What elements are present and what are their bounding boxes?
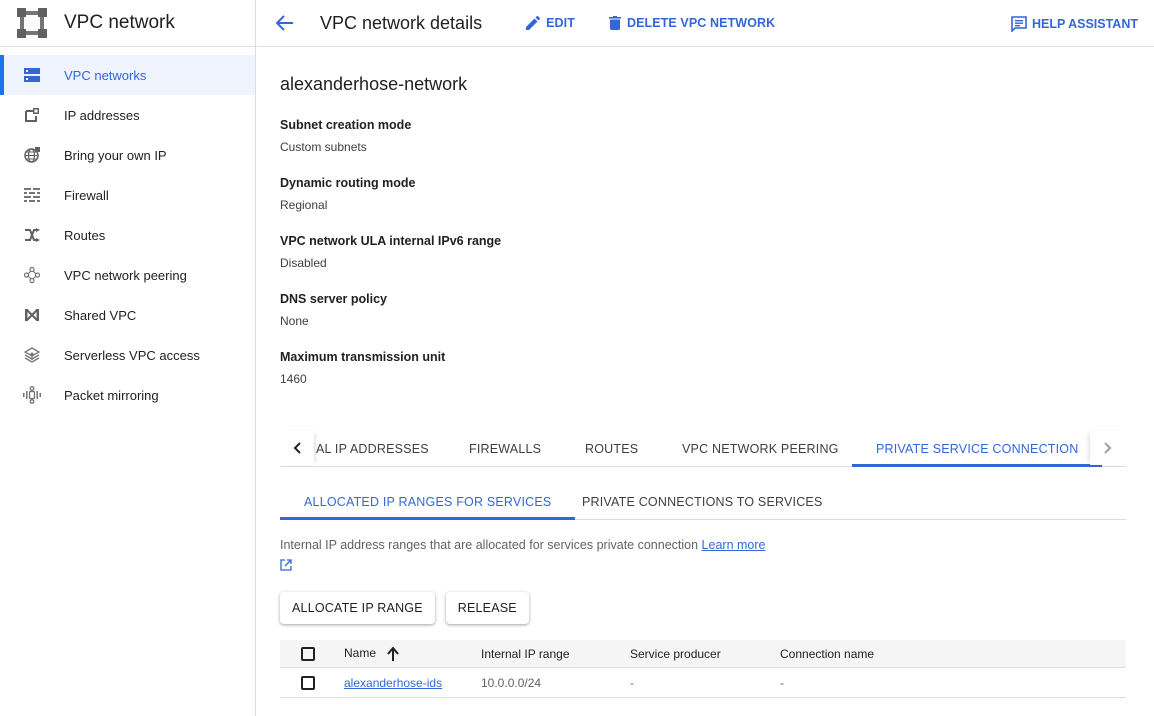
allocate-ip-range-button[interactable]: ALLOCATE IP RANGE <box>280 592 435 624</box>
chevron-left-icon <box>293 442 301 454</box>
arrow-back-icon <box>276 15 293 31</box>
peering-icon <box>23 266 41 284</box>
sidebar-item-firewall[interactable]: Firewall <box>0 175 255 215</box>
tab-firewalls[interactable]: FIREWALLS <box>469 431 541 466</box>
field-label: Dynamic routing mode <box>280 176 416 190</box>
sort-ascending-icon[interactable] <box>387 646 400 661</box>
trash-icon <box>608 16 621 30</box>
detail-tabs: AL IP ADDRESSES FIREWALLS ROUTES VPC NET… <box>280 431 1126 467</box>
vpc-product-logo-icon <box>17 8 47 38</box>
page-title: VPC network details <box>320 12 483 33</box>
detail-field: DNS server policy None <box>280 292 1126 330</box>
sidebar-item-serverless-vpc-access[interactable]: Serverless VPC access <box>0 335 255 375</box>
sidebar-item-label: Routes <box>64 227 106 243</box>
sidebar-item-label: Serverless VPC access <box>64 347 200 363</box>
field-label: Subnet creation mode <box>280 118 412 132</box>
sub-tabs: ALLOCATED IP RANGES FOR SERVICES PRIVATE… <box>280 484 1126 520</box>
learn-more-link[interactable]: Learn more <box>702 538 766 552</box>
network-name: alexanderhose-network <box>280 74 468 94</box>
vpc-networks-icon <box>23 66 41 84</box>
cell-ip-range: 10.0.0.0/24 <box>481 675 542 690</box>
external-link-icon[interactable] <box>280 559 292 571</box>
release-button[interactable]: RELEASE <box>445 592 529 624</box>
section-description: Internal IP address ranges that are allo… <box>280 538 765 552</box>
tab-external-ip-addresses[interactable]: AL IP ADDRESSES <box>316 431 429 466</box>
product-title: VPC network <box>64 12 175 33</box>
table-row: alexanderhose-ids 10.0.0.0/24 - - <box>280 668 1126 698</box>
detail-field: Maximum transmission unit 1460 <box>280 350 1126 388</box>
delete-label: DELETE VPC NETWORK <box>626 16 776 30</box>
sidebar-item-label: VPC networks <box>64 67 147 83</box>
tab-vpc-network-peering[interactable]: VPC NETWORK PEERING <box>682 431 839 466</box>
edit-button[interactable]: EDIT <box>526 16 575 30</box>
cell-service-producer: - <box>630 675 634 690</box>
sidebar-item-shared-vpc[interactable]: Shared VPC <box>0 295 255 335</box>
detail-field: VPC network ULA internal IPv6 range Disa… <box>280 234 1126 272</box>
column-header-name[interactable]: Name <box>344 646 400 661</box>
field-label: Maximum transmission unit <box>280 350 446 364</box>
sidebar-item-vpc-network-peering[interactable]: VPC network peering <box>0 255 255 295</box>
column-header-internal-ip-range[interactable]: Internal IP range <box>481 647 570 661</box>
sidebar-item-label: Bring your own IP <box>64 147 167 163</box>
sidebar-item-routes[interactable]: Routes <box>0 215 255 255</box>
field-label: VPC network ULA internal IPv6 range <box>280 234 502 248</box>
row-checkbox[interactable] <box>301 675 315 690</box>
detail-field: Dynamic routing mode Regional <box>280 176 1126 214</box>
help-assistant-button[interactable]: HELP ASSISTANT <box>1011 0 1138 47</box>
sidebar-item-packet-mirroring[interactable]: Packet mirroring <box>0 375 255 415</box>
description-text: Internal IP address ranges that are allo… <box>280 538 702 552</box>
ip-addresses-icon <box>23 106 41 124</box>
subtab-private-connections[interactable]: PRIVATE CONNECTIONS TO SERVICES <box>582 484 823 519</box>
back-button[interactable] <box>273 11 297 35</box>
tabs-scroll-left-button[interactable] <box>280 431 314 465</box>
select-all-checkbox[interactable] <box>301 646 315 661</box>
field-value: Custom subnets <box>280 140 367 154</box>
table-header: Name Internal IP range Service producer … <box>280 640 1126 668</box>
packet-mirroring-icon <box>23 386 41 404</box>
main-content: alexanderhose-network Subnet creation mo… <box>280 47 1126 698</box>
sidebar-item-vpc-networks[interactable]: VPC networks <box>0 55 255 95</box>
sidebar: VPC network VPC networks IP addresses Br… <box>0 0 256 716</box>
globe-icon <box>23 146 41 164</box>
sidebar-item-label: Firewall <box>64 187 109 203</box>
delete-vpc-network-button[interactable]: DELETE VPC NETWORK <box>608 16 776 30</box>
field-value: None <box>280 314 309 328</box>
tab-routes[interactable]: ROUTES <box>585 431 638 466</box>
sidebar-item-bring-your-own-ip[interactable]: Bring your own IP <box>0 135 255 175</box>
cell-connection-name: - <box>780 675 784 690</box>
allocated-ranges-table: Name Internal IP range Service producer … <box>280 640 1126 698</box>
pencil-icon <box>526 16 541 30</box>
edit-label: EDIT <box>546 16 575 30</box>
detail-field: Subnet creation mode Custom subnets <box>280 118 1126 156</box>
firewall-icon <box>23 186 41 204</box>
page-header: VPC network details EDIT DELETE VPC NETW… <box>257 0 1154 47</box>
routes-icon <box>23 226 41 244</box>
sidebar-item-label: Shared VPC <box>64 307 137 323</box>
sidebar-item-label: Packet mirroring <box>64 387 159 403</box>
chevron-right-icon <box>1104 442 1112 454</box>
range-name-link[interactable]: alexanderhose-ids <box>344 676 442 690</box>
field-value: 1460 <box>280 372 307 386</box>
field-label: DNS server policy <box>280 292 387 306</box>
tab-private-service-connection[interactable]: PRIVATE SERVICE CONNECTION <box>852 431 1103 467</box>
field-value: Disabled <box>280 256 327 270</box>
sidebar-item-ip-addresses[interactable]: IP addresses <box>0 95 255 135</box>
field-value: Regional <box>280 198 328 212</box>
sidebar-item-label: VPC network peering <box>64 267 187 283</box>
serverless-icon <box>23 346 41 364</box>
sidebar-item-label: IP addresses <box>64 107 140 123</box>
action-buttons: ALLOCATE IP RANGE RELEASE <box>280 592 540 624</box>
sidebar-header: VPC network <box>0 0 255 47</box>
help-assistant-label: HELP ASSISTANT <box>1031 16 1138 31</box>
chat-icon <box>1011 15 1027 32</box>
column-header-service-producer[interactable]: Service producer <box>630 647 721 661</box>
column-header-connection-name[interactable]: Connection name <box>780 647 874 661</box>
subtab-allocated-ip-ranges[interactable]: ALLOCATED IP RANGES FOR SERVICES <box>280 484 576 520</box>
tabs-scroll-right-button[interactable] <box>1090 431 1126 465</box>
shared-vpc-icon <box>23 306 41 324</box>
sidebar-nav: VPC networks IP addresses Bring your own… <box>0 47 255 415</box>
